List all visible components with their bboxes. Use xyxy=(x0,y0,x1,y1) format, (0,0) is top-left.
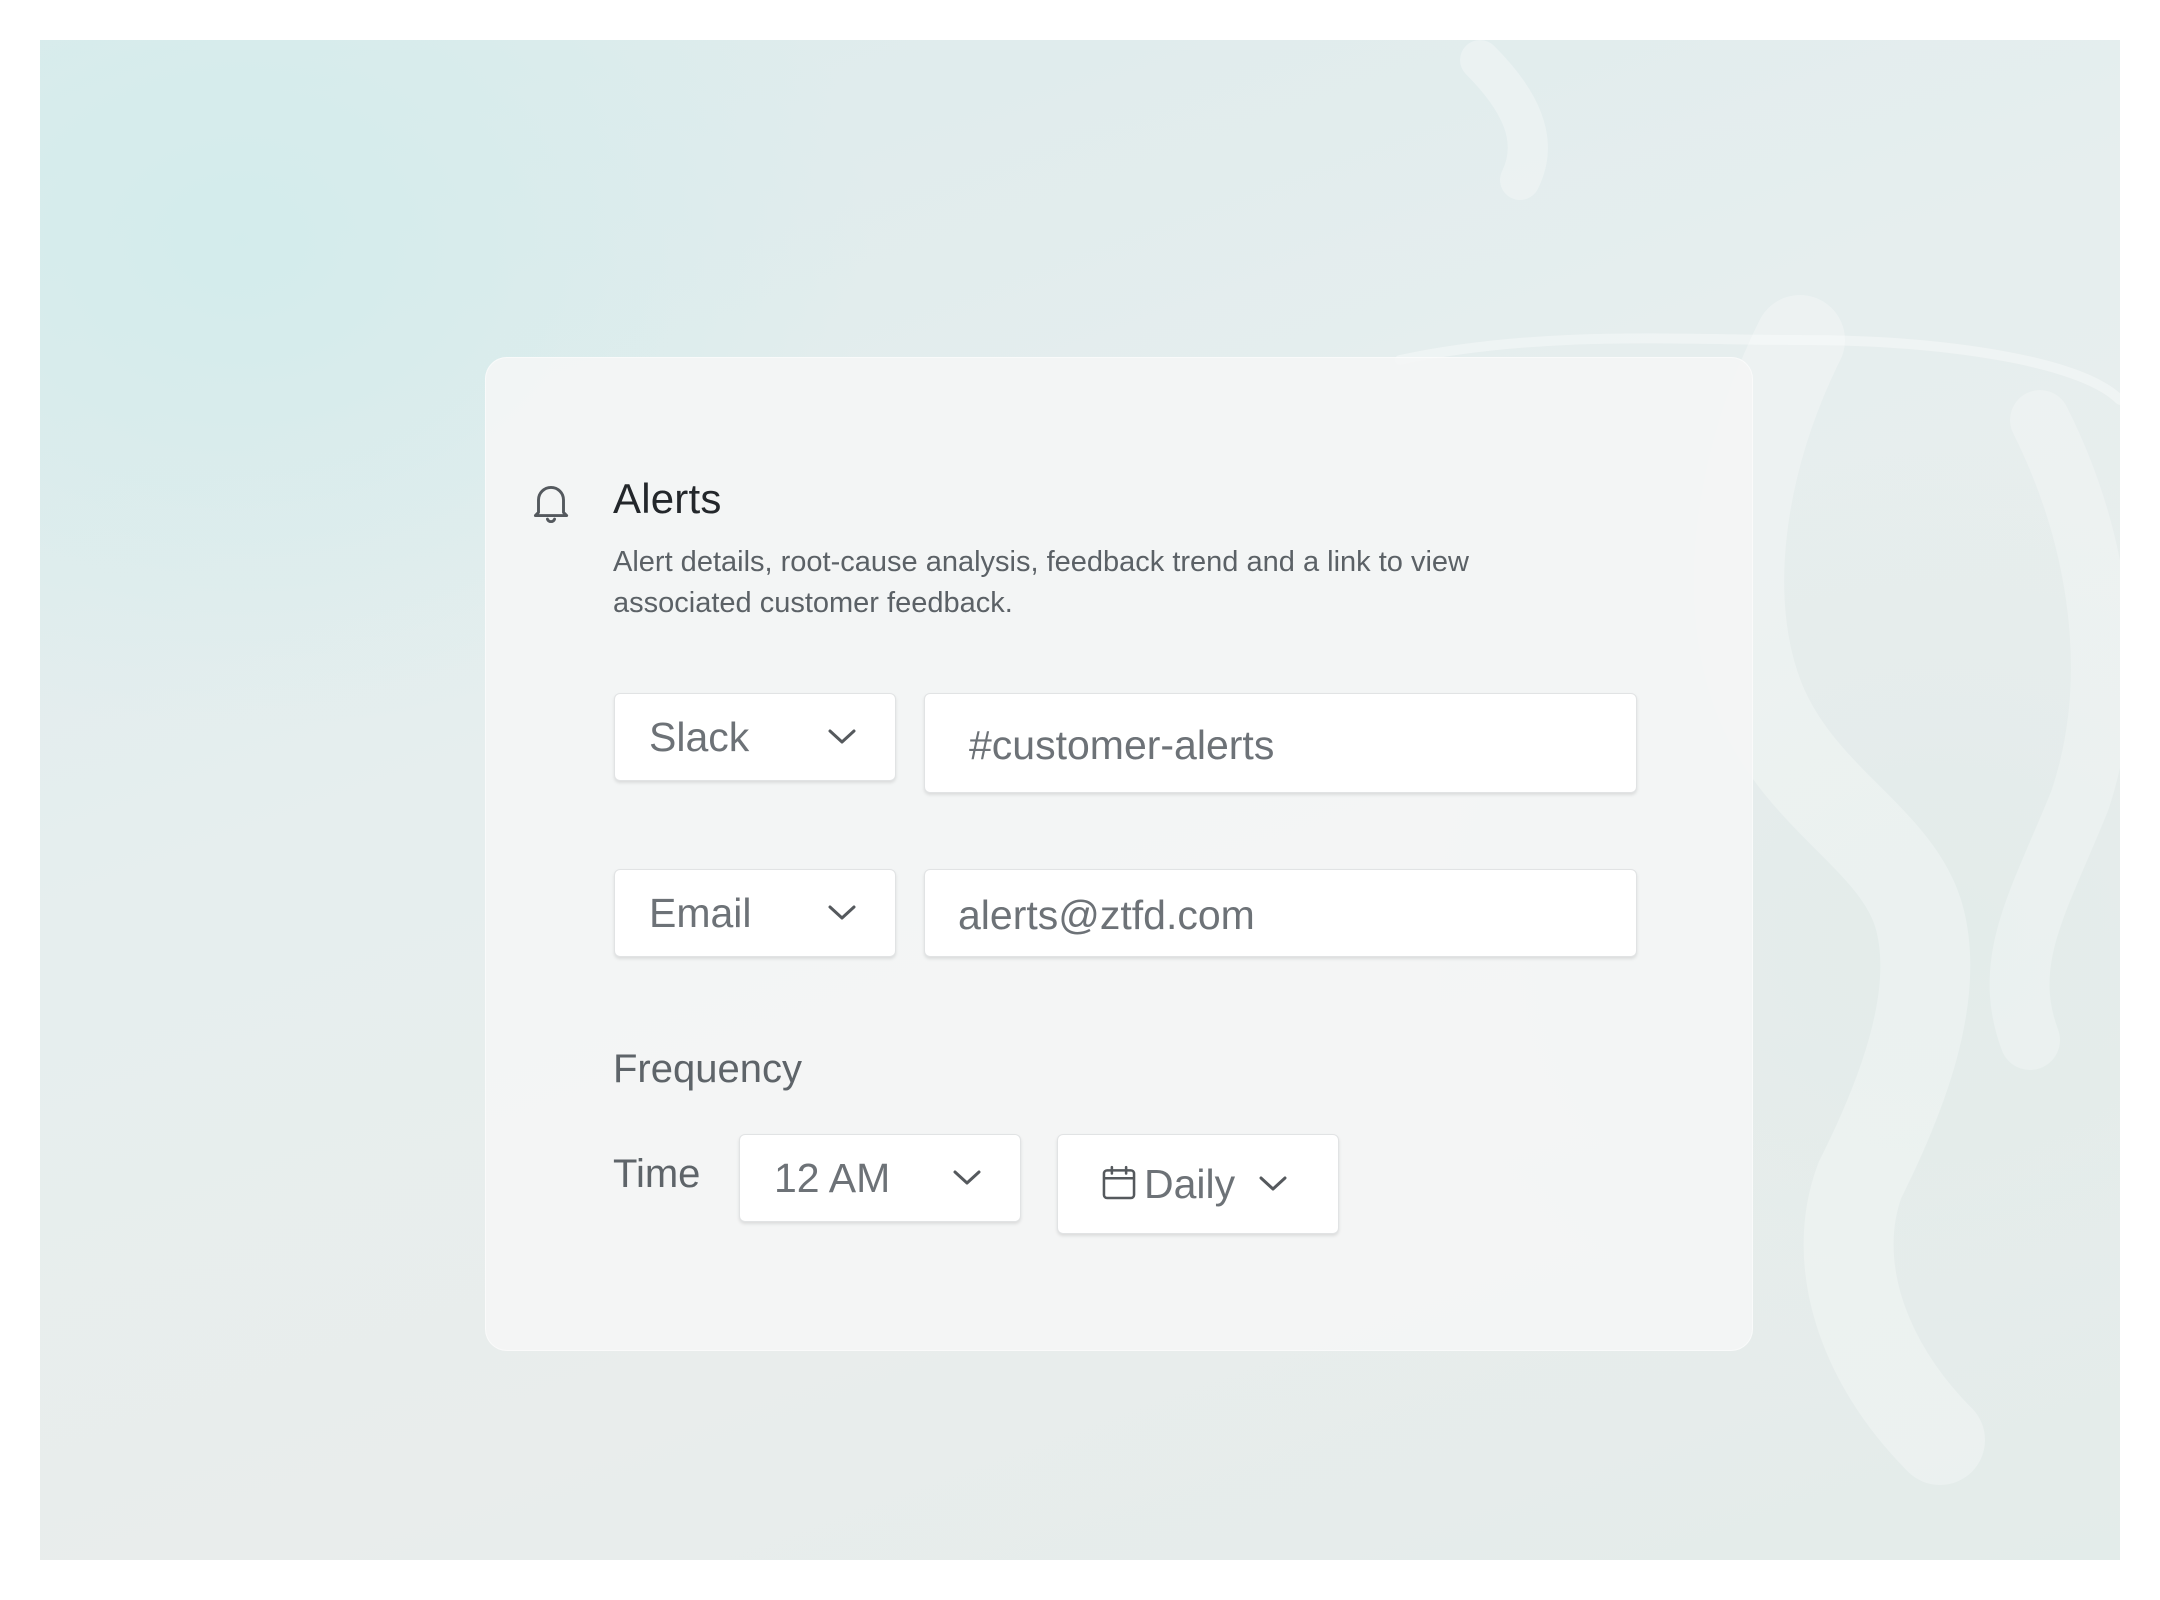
time-label: Time xyxy=(613,1152,701,1196)
email-address-value: alerts@ztfd.com xyxy=(958,892,1255,938)
slack-channel-input[interactable]: #customer-alerts xyxy=(924,693,1637,793)
calendar-icon xyxy=(1102,1165,1136,1200)
channel-type-select-slack[interactable]: Slack xyxy=(614,693,896,781)
time-value: 12 AM xyxy=(774,1154,891,1201)
chevron-down-icon xyxy=(828,729,856,744)
channel-type-select-email[interactable]: Email xyxy=(614,869,896,957)
background: Alerts Alert details, root-cause analysi… xyxy=(40,40,2120,1560)
channel-type-value: Slack xyxy=(649,713,750,760)
alerts-card: Alerts Alert details, root-cause analysi… xyxy=(485,357,1753,1351)
channel-type-value: Email xyxy=(649,889,752,936)
email-address-input[interactable]: alerts@ztfd.com xyxy=(924,869,1637,957)
frequency-label: Frequency xyxy=(613,1047,802,1091)
section-description: Alert details, root-cause analysis, feed… xyxy=(613,546,1469,619)
period-value: Daily xyxy=(1144,1161,1236,1207)
period-select[interactable]: Daily xyxy=(1057,1134,1339,1234)
section-title: Alerts xyxy=(613,475,722,522)
slack-channel-value: #customer-alerts xyxy=(969,722,1275,768)
chevron-down-icon xyxy=(953,1170,981,1185)
chevron-down-icon xyxy=(828,905,856,920)
time-select[interactable]: 12 AM xyxy=(739,1134,1021,1222)
chevron-down-icon xyxy=(1259,1176,1287,1191)
bell-icon xyxy=(533,485,569,524)
